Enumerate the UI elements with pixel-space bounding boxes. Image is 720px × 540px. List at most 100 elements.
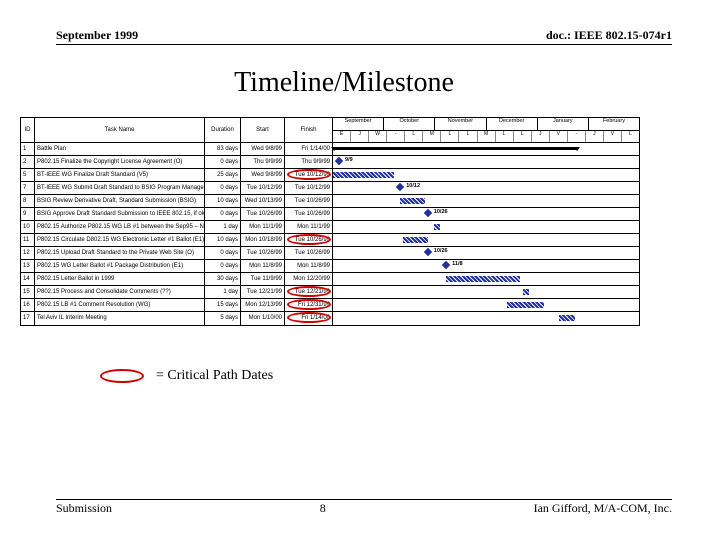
cell-start: Tue 10/26/99 xyxy=(241,208,285,220)
gantt-row: 5BT-IEEE WG Finalize Draft Standard (V5)… xyxy=(21,169,639,182)
cell-id: 8 xyxy=(21,195,35,207)
gantt-row: 13P802.15 WG Letter Ballot #1 Package Di… xyxy=(21,260,639,273)
month-cell: February xyxy=(589,118,639,130)
task-bar xyxy=(446,276,519,282)
col-header-id: ID xyxy=(21,118,35,142)
week-cell: L xyxy=(496,131,514,143)
gantt-row: 12P802.15 Upload Draft Standard to the P… xyxy=(21,247,639,260)
cell-duration: 0 days xyxy=(205,247,241,259)
cell-finish: Tue 10/26/99 xyxy=(285,247,333,259)
cell-finish: Tue 10/12/99 xyxy=(285,169,333,181)
cell-start: Thu 9/9/99 xyxy=(241,156,285,168)
task-bar xyxy=(523,289,529,295)
gantt-row: 7BT-IEEE WG Submit Draft Standard to BSI… xyxy=(21,182,639,195)
cell-name: BSIG Approve Draft Standard Submission t… xyxy=(35,208,205,220)
summary-bar xyxy=(333,147,578,150)
cell-name: Battle Plan xyxy=(35,143,205,155)
milestone-diamond-icon xyxy=(396,183,404,191)
cell-chart xyxy=(333,312,639,325)
cell-start: Tue 10/12/99 xyxy=(241,182,285,194)
cell-id: 2 xyxy=(21,156,35,168)
cell-finish: Fri 1/14/00 xyxy=(285,143,333,155)
cell-start: Wed 9/8/99 xyxy=(241,169,285,181)
cell-name: P802.15 Letter Ballot in 1999 xyxy=(35,273,205,285)
week-cell: M xyxy=(478,131,496,143)
cell-finish: Mon 11/1/99 xyxy=(285,221,333,233)
gantt-header-row: ID Task Name Duration Start Finish Septe… xyxy=(21,118,639,143)
cell-chart: 11/8 xyxy=(333,260,639,272)
month-cell: September xyxy=(333,118,384,130)
week-cell: L xyxy=(622,131,639,143)
legend-text: = Critical Path Dates xyxy=(156,368,273,384)
cell-chart xyxy=(333,221,639,233)
cell-id: 16 xyxy=(21,299,35,311)
cell-name: P802.15 Authorize P802.15 WG LB #1 betwe… xyxy=(35,221,205,233)
cell-name: P802.15 Circulate D802.15 WG Electronic … xyxy=(35,234,205,246)
cell-id: 13 xyxy=(21,260,35,272)
week-cell: E xyxy=(333,131,351,143)
cell-id: 11 xyxy=(21,234,35,246)
gantt-row: 1Battle Plan83 daysWed 9/8/99Fri 1/14/00 xyxy=(21,143,639,156)
cell-chart xyxy=(333,273,639,285)
milestone-label: 10/12 xyxy=(406,184,420,190)
cell-id: 1 xyxy=(21,143,35,155)
cell-finish: Thu 9/9/99 xyxy=(285,156,333,168)
task-bar xyxy=(507,302,544,308)
milestone-diamond-icon xyxy=(335,157,343,165)
cell-id: 10 xyxy=(21,221,35,233)
cell-id: 12 xyxy=(21,247,35,259)
cell-duration: 25 days xyxy=(205,169,241,181)
cell-finish: Tue 12/21/99 xyxy=(285,286,333,298)
cell-duration: 0 days xyxy=(205,208,241,220)
gantt-row: 16P802.15 LB #1 Comment Resolution (WG)1… xyxy=(21,299,639,312)
task-bar xyxy=(333,172,394,178)
week-cell: - xyxy=(387,131,405,143)
week-cell: J xyxy=(351,131,369,143)
cell-finish: Tue 10/26/99 xyxy=(285,234,333,246)
header-doc: doc.: IEEE 802.15-074r1 xyxy=(546,28,672,43)
cell-chart xyxy=(333,299,639,311)
task-bar xyxy=(434,224,440,230)
milestone-diamond-icon xyxy=(442,261,450,269)
cell-duration: 10 days xyxy=(205,195,241,207)
milestone-label: 10/26 xyxy=(434,249,448,255)
week-cell: L xyxy=(459,131,477,143)
cell-finish: Mon 11/8/99 xyxy=(285,260,333,272)
gantt-row: 2P802.15 Finalize the Copyright License … xyxy=(21,156,639,169)
week-cell: W xyxy=(369,131,387,143)
cell-chart xyxy=(333,143,639,155)
cell-id: 9 xyxy=(21,208,35,220)
cell-duration: 30 days xyxy=(205,273,241,285)
week-cell: - xyxy=(568,131,586,143)
gantt-row: 14P802.15 Letter Ballot in 199930 daysTu… xyxy=(21,273,639,286)
cell-id: 7 xyxy=(21,182,35,194)
col-header-duration: Duration xyxy=(205,118,241,142)
cell-finish: Fri 12/31/99 xyxy=(285,299,333,311)
cell-name: P802.15 LB #1 Comment Resolution (WG) xyxy=(35,299,205,311)
cell-name: BSIG Review Derivative Draft, Standard S… xyxy=(35,195,205,207)
cell-name: P802.15 Finalize the Copyright License A… xyxy=(35,156,205,168)
month-cell: December xyxy=(487,118,538,130)
cell-name: P802.15 Process and Consolidate Comments… xyxy=(35,286,205,298)
milestone-label: 10/26 xyxy=(434,210,448,216)
cell-id: 15 xyxy=(21,286,35,298)
cell-start: Mon 11/8/99 xyxy=(241,260,285,272)
cell-start: Mon 10/18/99 xyxy=(241,234,285,246)
week-cell: J xyxy=(586,131,604,143)
cell-finish: Mon 12/20/99 xyxy=(285,273,333,285)
legend-oval-icon xyxy=(100,369,144,383)
cell-chart: 10/26 xyxy=(333,247,639,259)
cell-start: Tue 12/21/99 xyxy=(241,286,285,298)
critical-circle-icon xyxy=(287,234,331,245)
cell-id: 5 xyxy=(21,169,35,181)
milestone-diamond-icon xyxy=(424,209,432,217)
col-header-timeline: SeptemberOctoberNovemberDecemberJanuaryF… xyxy=(333,118,639,142)
milestone-label: 9/9 xyxy=(345,158,353,164)
cell-finish: Tue 10/26/99 xyxy=(285,208,333,220)
col-header-start: Start xyxy=(241,118,285,142)
week-cell: J xyxy=(532,131,550,143)
cell-name: P802.15 Upload Draft Standard to the Pri… xyxy=(35,247,205,259)
cell-chart: 9/9 xyxy=(333,156,639,168)
col-header-name: Task Name xyxy=(35,118,205,142)
cell-duration: 15 days xyxy=(205,299,241,311)
